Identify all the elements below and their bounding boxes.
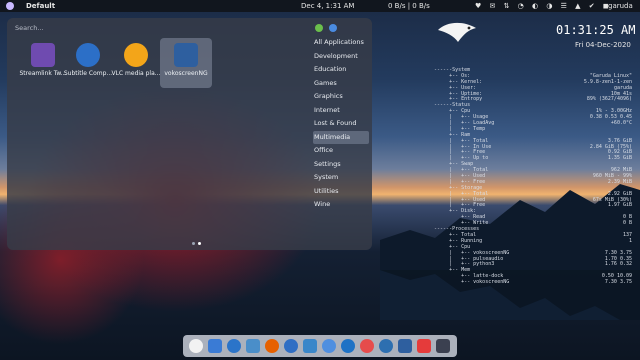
monitor-key: +-- vokoscreenNG [428, 279, 510, 286]
monitor-row: +-- vokoscreenNG 7.30 3.75 [428, 279, 632, 286]
app-label: vokoscreenNG [164, 70, 208, 77]
downloads-icon[interactable] [303, 339, 317, 353]
window-title: Default [26, 2, 56, 10]
category-item[interactable]: Development [313, 50, 369, 64]
pdf-viewer-icon[interactable] [417, 339, 431, 353]
kdeconnect-icon[interactable] [322, 339, 336, 353]
thunderbird-icon[interactable] [284, 339, 298, 353]
category-item[interactable]: Office [313, 144, 369, 158]
category-item[interactable]: Utilities [313, 185, 369, 199]
garuda-eagle-icon[interactable] [189, 339, 203, 353]
file-manager-icon[interactable] [227, 339, 241, 353]
page-indicator[interactable] [192, 230, 204, 249]
category-item[interactable]: All Applications [313, 36, 369, 50]
clock-icon[interactable] [341, 339, 355, 353]
category-item[interactable]: Lost & Found [313, 117, 369, 131]
top-panel: Default Dec 4, 1:31 AM 0 B/s | 0 B/s ♥ ✉… [0, 0, 640, 12]
app-label: Subtitle Comp... [63, 70, 113, 77]
panel-clock[interactable]: Dec 4, 1:31 AM [301, 0, 354, 12]
garuda-eagle-icon [438, 22, 476, 42]
category-item[interactable]: Graphics [313, 90, 369, 104]
page-dot-active[interactable] [198, 242, 201, 245]
user-menu[interactable]: garuda [608, 0, 633, 12]
vlc-icon [124, 43, 148, 67]
category-item[interactable]: Games [313, 77, 369, 91]
power-icon[interactable] [315, 24, 323, 32]
latte-dock [183, 335, 457, 357]
launcher-search-input[interactable]: Search... [15, 24, 44, 32]
desktop-date: Fri 04-Dec-2020 [575, 41, 631, 49]
spotify-icon[interactable] [360, 339, 374, 353]
page-dot[interactable] [192, 242, 195, 245]
category-item[interactable]: System [313, 171, 369, 185]
category-list: All Applications Development Education G… [313, 24, 369, 212]
lock-icon[interactable] [329, 24, 337, 32]
desktop-clock: 01:31:25 AM [556, 23, 636, 37]
category-item-active[interactable]: Multimedia [313, 130, 369, 144]
category-item[interactable]: Education [313, 63, 369, 77]
app-label: VLC media pla... [111, 70, 161, 77]
desktop-icon[interactable] [208, 339, 222, 353]
vokoscreen-icon[interactable] [398, 339, 412, 353]
application-launcher: Search... Streamlink Tw... Subtitle Comp… [7, 18, 372, 250]
launcher-top-icons [313, 24, 369, 36]
app-tile-vlc[interactable]: VLC media pla... [110, 38, 162, 88]
system-tray-icons[interactable]: ♥ ✉ ⇅ ◔ ◐ ◑ ☰ ▲ ✔ ◼ [475, 0, 612, 12]
subtitle-composer-icon [76, 43, 100, 67]
app-tile-vokoscreen[interactable]: vokoscreenNG [160, 38, 212, 88]
network-speed: 0 B/s | 0 B/s [388, 2, 430, 10]
firefox-icon[interactable] [265, 339, 279, 353]
app-tile-subtitle-composer[interactable]: Subtitle Comp... [62, 38, 114, 88]
category-item[interactable]: Wine [313, 198, 369, 212]
category-item[interactable]: Internet [313, 104, 369, 118]
menu-icon[interactable] [436, 339, 450, 353]
monitor-value: 7.30 3.75 [604, 279, 632, 286]
vokoscreen-icon [174, 43, 198, 67]
streamlink-twitch-icon [31, 43, 55, 67]
camera-icon[interactable] [379, 339, 393, 353]
category-item[interactable]: Settings [313, 158, 369, 172]
system-monitor-widget: ------System +-- Os: "Garuda Linux" +-- K… [428, 67, 632, 286]
garuda-menu-icon[interactable] [6, 2, 14, 10]
settings-icon[interactable] [246, 339, 260, 353]
